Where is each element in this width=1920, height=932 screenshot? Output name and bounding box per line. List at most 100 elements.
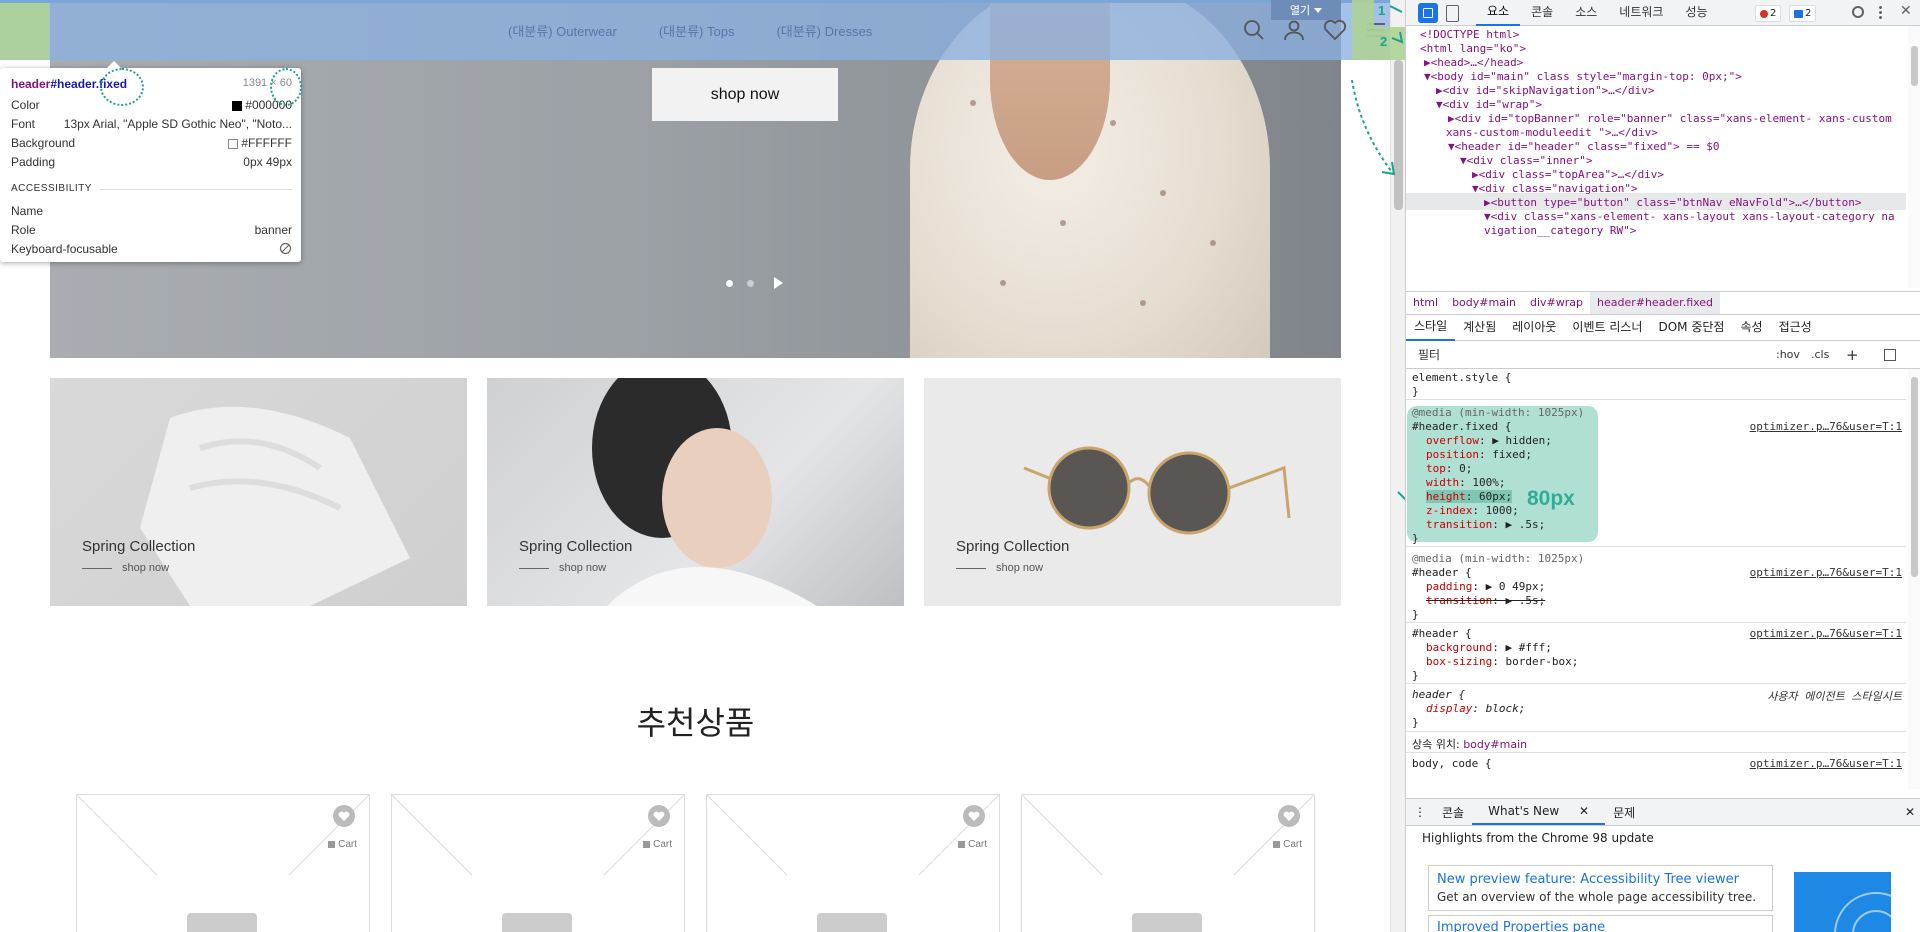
rule-source-link[interactable]: optimizer.p…76&user=T:1 <box>1750 627 1902 640</box>
dom-line[interactable]: <html lang="ko"> <box>1420 42 1526 55</box>
dom-line[interactable]: ▶<div id="topBanner" role="banner" class… <box>1448 112 1892 125</box>
add-to-cart-button[interactable]: Cart <box>643 839 672 850</box>
styles-filter-input[interactable]: 필터 <box>1418 346 1440 363</box>
open-devtools-button[interactable]: 열기 <box>1271 0 1341 20</box>
css-property-name[interactable]: overflow <box>1426 434 1479 447</box>
nav-tops[interactable]: (대분류) Tops <box>659 21 735 40</box>
drawer-tab-whats-new[interactable]: What's New ✕ <box>1472 799 1606 825</box>
css-property-value[interactable]: 0; <box>1459 462 1472 475</box>
dom-line[interactable]: ▼<div class="xans-element- xans-layout x… <box>1484 210 1895 223</box>
add-to-cart-button[interactable]: Cart <box>1273 839 1302 850</box>
rule-source-link[interactable]: optimizer.p…76&user=T:1 <box>1750 757 1902 770</box>
banner-card-sunglasses[interactable]: Spring Collection shop now <box>924 378 1341 606</box>
css-property-value[interactable]: ▶ 0 49px; <box>1486 580 1546 593</box>
close-icon[interactable]: ✕ <box>1900 3 1912 19</box>
rule-selector[interactable]: #header { <box>1412 627 1472 640</box>
dom-tree-scrollbar-thumb[interactable] <box>1911 46 1918 86</box>
tab-sources[interactable]: 소스 <box>1564 0 1608 25</box>
css-property-value[interactable]: block; <box>1486 702 1526 715</box>
dom-line[interactable]: xans-custom-moduleedit ">…</div> <box>1446 126 1658 139</box>
product-card[interactable]: Cart <box>391 794 685 932</box>
drawer-tab-console[interactable]: 콘솔 <box>1434 804 1472 821</box>
tab-layout[interactable]: 레이아웃 <box>1504 315 1564 340</box>
card-link[interactable]: shop now <box>956 562 1043 574</box>
rule-source-link[interactable]: optimizer.p…76&user=T:1 <box>1750 420 1902 433</box>
gear-icon[interactable] <box>1852 6 1864 18</box>
feature-card[interactable]: New preview feature: Accessibility Tree … <box>1428 865 1773 911</box>
dom-line[interactable]: ▼<div id="wrap"> <box>1436 98 1542 111</box>
nav-outerwear[interactable]: (대분류) Outerwear <box>508 21 617 40</box>
css-property-name[interactable]: width <box>1426 476 1459 489</box>
banner-card-portrait[interactable]: Spring Collection shop now <box>487 378 904 606</box>
hov-toggle[interactable]: :hov <box>1776 348 1800 361</box>
rule-selector[interactable]: header { <box>1412 688 1465 701</box>
feature-title-link[interactable]: Improved Properties pane <box>1437 920 1605 932</box>
wishlist-heart-icon[interactable] <box>648 805 670 827</box>
more-options-icon[interactable] <box>1879 5 1882 20</box>
add-to-cart-button[interactable]: Cart <box>328 839 357 850</box>
message-badge[interactable]: 2 <box>1789 5 1817 22</box>
dom-tree-scrollbar[interactable] <box>1908 26 1920 288</box>
css-property-name-overridden[interactable]: transition <box>1426 594 1492 607</box>
dom-line[interactable]: ▼<div class="navigation"> <box>1472 182 1638 195</box>
wishlist-heart-icon[interactable] <box>333 805 355 827</box>
css-property-name[interactable]: z-index <box>1426 504 1472 517</box>
wishlist-heart-icon[interactable] <box>1278 805 1300 827</box>
card-link[interactable]: shop now <box>519 562 606 574</box>
css-property-value[interactable]: 1000; <box>1486 504 1519 517</box>
dom-line[interactable]: ▶<head>…</head> <box>1424 56 1523 69</box>
banner-card-sweater[interactable]: Spring Collection shop now <box>50 378 467 606</box>
hero-shop-now-button[interactable]: shop now <box>652 68 838 121</box>
css-property-name[interactable]: top <box>1426 462 1446 475</box>
more-options-icon[interactable]: ⋮ <box>1406 805 1434 819</box>
css-property-value[interactable]: 60px; <box>1479 490 1512 503</box>
close-tab-icon[interactable]: ✕ <box>1571 804 1597 818</box>
css-property-value[interactable]: ▶ #fff; <box>1505 641 1551 654</box>
css-property-name[interactable]: transition <box>1426 518 1492 531</box>
tab-console[interactable]: 콘솔 <box>1520 0 1564 25</box>
product-card[interactable]: Cart <box>76 794 370 932</box>
device-toolbar-icon[interactable] <box>1446 5 1459 22</box>
sidebar-toggle-icon[interactable] <box>1884 348 1896 361</box>
card-link[interactable]: shop now <box>82 562 169 574</box>
error-badge[interactable]: 2 <box>1755 5 1782 22</box>
tab-network[interactable]: 네트워크 <box>1608 0 1674 25</box>
slide-dot-2[interactable] <box>747 279 754 287</box>
drawer-tab-issues[interactable]: 문제 <box>1605 804 1643 821</box>
styles-scrollbar-thumb[interactable] <box>1911 377 1918 577</box>
add-rule-icon[interactable]: + <box>1846 346 1859 364</box>
breadcrumb-item[interactable]: body#main <box>1445 292 1523 314</box>
tab-computed[interactable]: 계산됨 <box>1455 315 1504 340</box>
css-property-value[interactable]: 100%; <box>1472 476 1505 489</box>
add-to-cart-button[interactable]: Cart <box>958 839 987 850</box>
css-property-name[interactable]: height <box>1426 490 1466 503</box>
css-property-name[interactable]: position <box>1426 448 1479 461</box>
close-drawer-icon[interactable]: ✕ <box>1897 805 1920 819</box>
css-property-value[interactable]: ▶ .5s; <box>1505 518 1545 531</box>
dom-line-selected[interactable]: ▼<header id="header" class="fixed"> == $… <box>1448 140 1720 153</box>
slide-dot-1[interactable] <box>726 279 733 287</box>
product-card[interactable]: Cart <box>706 794 1000 932</box>
tab-elements[interactable]: 요소 <box>1476 0 1521 26</box>
rule-selector[interactable]: body, code { <box>1412 757 1491 770</box>
breadcrumb-item[interactable]: html <box>1406 292 1445 314</box>
feature-title-link[interactable]: New preview feature: Accessibility Tree … <box>1437 872 1739 887</box>
css-property-value[interactable]: ▶ hidden; <box>1492 434 1552 447</box>
dom-line[interactable]: ▼<div class="inner"> <box>1460 154 1592 167</box>
rule-selector[interactable]: #header { <box>1412 566 1472 579</box>
breadcrumb-item[interactable]: div#wrap <box>1523 292 1590 314</box>
dom-line[interactable]: <!DOCTYPE html> <box>1420 28 1519 41</box>
dom-line[interactable]: ▶<div class="topArea">…</div> <box>1472 168 1664 181</box>
element-style-rule[interactable]: element.style { <box>1412 371 1511 384</box>
slider-play-icon[interactable] <box>774 277 783 289</box>
breadcrumb-item-active[interactable]: header#header.fixed <box>1589 292 1721 314</box>
styles-scrollbar[interactable] <box>1908 369 1920 789</box>
css-property-name[interactable]: box-sizing <box>1426 655 1492 668</box>
css-property-name[interactable]: display <box>1426 702 1472 715</box>
css-property-value[interactable]: fixed; <box>1492 448 1532 461</box>
css-property-name[interactable]: background <box>1426 641 1492 654</box>
feature-card[interactable]: Improved Properties pane <box>1428 915 1773 932</box>
tab-properties[interactable]: 속성 <box>1732 315 1770 340</box>
wishlist-heart-icon[interactable] <box>963 805 985 827</box>
css-property-name[interactable]: padding <box>1426 580 1472 593</box>
